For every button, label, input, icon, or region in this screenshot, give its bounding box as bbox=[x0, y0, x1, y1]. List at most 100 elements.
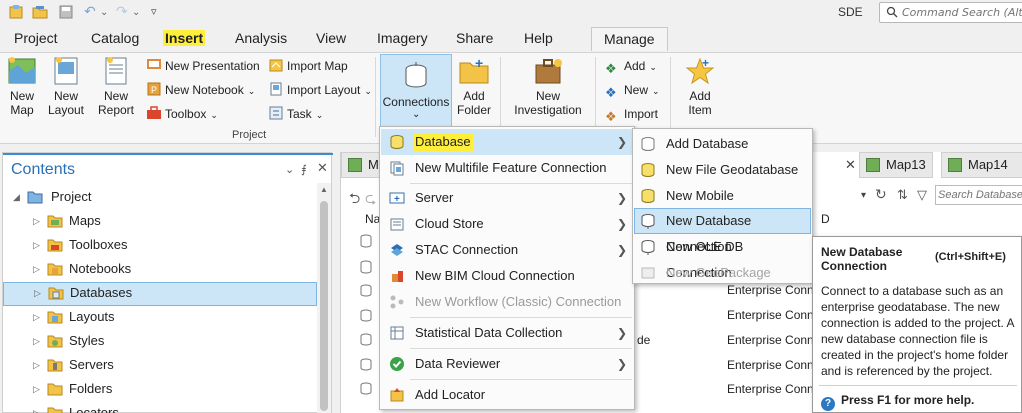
tab-project[interactable]: Project bbox=[14, 30, 58, 46]
investigation-icon bbox=[535, 59, 562, 84]
add-label: Add bbox=[624, 59, 646, 73]
tooltip-shortcut: (Ctrl+Shift+E) bbox=[935, 251, 1006, 263]
map-icon bbox=[948, 158, 962, 172]
tab-analysis[interactable]: Analysis bbox=[235, 30, 287, 46]
server-icon: + bbox=[389, 192, 405, 205]
submenu-item-mobile-gdb[interactable]: New Mobile Geodatabase bbox=[634, 183, 811, 229]
redo-dropdown-icon[interactable]: ⌄ bbox=[132, 7, 148, 23]
command-search-input[interactable] bbox=[902, 5, 1022, 20]
add-folder-button[interactable]: + Add Folder bbox=[456, 55, 492, 117]
tooltip-title: New Database Connection bbox=[821, 245, 903, 273]
new-item-icon: ❖ bbox=[605, 85, 617, 100]
undo-icon[interactable]: ↶ bbox=[84, 4, 100, 20]
open-project-icon[interactable] bbox=[32, 4, 48, 20]
new-notebook-button[interactable]: P New Notebook ⌄ bbox=[146, 81, 255, 101]
tree-item-servers[interactable]: ▷ Servers bbox=[3, 354, 317, 378]
caret-collapsed-icon[interactable]: ▷ bbox=[33, 258, 40, 280]
menu-item-bim[interactable]: New BIM Cloud Connection bbox=[381, 263, 633, 289]
new-button[interactable]: ❖ New ⌄ bbox=[605, 81, 660, 101]
menu-item-stac[interactable]: STAC Connection ❯ bbox=[381, 237, 633, 263]
task-button[interactable]: Task ⌄ bbox=[268, 105, 323, 125]
pane-options-icon[interactable]: ⌄ bbox=[285, 163, 294, 176]
caret-collapsed-icon[interactable]: ▷ bbox=[33, 402, 40, 413]
new-report-button[interactable]: New Report bbox=[92, 55, 140, 117]
new-layout-button[interactable]: New Layout bbox=[44, 55, 88, 117]
scroll-up-icon[interactable]: ▲ bbox=[320, 185, 328, 194]
back-icon[interactable]: ⮌ bbox=[349, 188, 360, 212]
search-databases-input[interactable] bbox=[938, 187, 1022, 203]
caret-collapsed-icon[interactable]: ▷ bbox=[33, 210, 40, 232]
close-icon[interactable]: ✕ bbox=[317, 160, 328, 176]
tab-insert[interactable]: Insert bbox=[163, 30, 206, 46]
tree-item-notebooks[interactable]: ▷ Notebooks bbox=[3, 258, 317, 282]
menu-item-data-reviewer[interactable]: Data Reviewer ❯ bbox=[381, 351, 633, 377]
new-map-button[interactable]: New Map bbox=[4, 55, 40, 117]
new-investigation-button[interactable]: New Investigation bbox=[508, 55, 588, 117]
caret-collapsed-icon[interactable]: ▷ bbox=[33, 378, 40, 400]
search-databases-field[interactable] bbox=[935, 185, 1022, 205]
tree-item-folders[interactable]: ▷ Folders bbox=[3, 378, 317, 402]
connections-button[interactable]: Connections ⌄ bbox=[380, 54, 452, 128]
map13-tab[interactable]: Map13 bbox=[859, 152, 933, 178]
menu-item-multifile[interactable]: New Multifile Feature Connection bbox=[381, 155, 633, 181]
caret-collapsed-icon[interactable]: ▷ bbox=[33, 330, 40, 352]
tree-item-project[interactable]: ◢ Project bbox=[3, 186, 317, 210]
submenu-item-ole-db[interactable]: New OLE DB Connection bbox=[634, 234, 811, 280]
tree-item-label: Project bbox=[51, 189, 92, 204]
new-project-icon[interactable] bbox=[8, 4, 24, 20]
import-label: Import bbox=[624, 107, 659, 121]
menu-item-server[interactable]: + Server ❯ bbox=[381, 185, 633, 211]
import-map-button[interactable]: Import Map bbox=[268, 57, 348, 77]
tree-item-locators[interactable]: ▷ Locators bbox=[3, 402, 317, 413]
tab-help[interactable]: Help bbox=[524, 30, 553, 46]
caret-collapsed-icon[interactable]: ▷ bbox=[33, 234, 40, 256]
customize-qat-icon[interactable]: ▿ bbox=[151, 5, 167, 21]
close-tab-icon[interactable]: ✕ bbox=[845, 157, 856, 173]
tree-item-styles[interactable]: ▷ Styles bbox=[3, 330, 317, 354]
tab-catalog[interactable]: Catalog bbox=[91, 30, 139, 46]
command-search[interactable] bbox=[879, 2, 1022, 23]
menu-item-label: Database bbox=[413, 133, 473, 151]
redo-icon[interactable]: ↷ bbox=[116, 4, 132, 20]
submenu-item-add-database[interactable]: Add Database bbox=[634, 131, 811, 157]
forward-icon[interactable]: ⮎ bbox=[365, 188, 376, 212]
tab-share[interactable]: Share bbox=[456, 30, 493, 46]
tab-view[interactable]: View bbox=[316, 30, 346, 46]
toolbox-button[interactable]: Toolbox ⌄ bbox=[146, 105, 218, 125]
menu-item-cloud-store[interactable]: Cloud Store ❯ bbox=[381, 211, 633, 237]
save-project-icon[interactable] bbox=[58, 4, 74, 20]
add-button[interactable]: ❖ Add ⌄ bbox=[605, 57, 657, 77]
filter-icon[interactable]: ▽ bbox=[917, 187, 927, 203]
submenu-item-db-connection[interactable]: New Database Connection bbox=[634, 208, 811, 254]
tree-item-layouts[interactable]: ▷ Layouts bbox=[3, 306, 317, 330]
scrollbar-thumb[interactable] bbox=[320, 201, 328, 411]
submenu-item-file-gdb[interactable]: New File Geodatabase bbox=[634, 157, 811, 183]
tab-imagery[interactable]: Imagery bbox=[377, 30, 428, 46]
import-layout-button[interactable]: Import Layout ⌄ bbox=[268, 81, 372, 101]
menu-item-database[interactable]: Database ❯ bbox=[381, 129, 633, 155]
dropdown-icon[interactable]: ▾ bbox=[861, 190, 866, 201]
tree-item-maps[interactable]: ▷ Maps bbox=[3, 210, 317, 234]
new-presentation-button[interactable]: New Presentation bbox=[146, 57, 260, 77]
caret-collapsed-icon[interactable]: ▷ bbox=[34, 282, 41, 304]
contents-scrollbar[interactable]: ▲ bbox=[317, 183, 331, 413]
caret-expanded-icon[interactable]: ◢ bbox=[13, 186, 20, 208]
tree-item-toolboxes[interactable]: ▷ Toolboxes bbox=[3, 234, 317, 258]
map14-tab[interactable]: Map14 bbox=[941, 152, 1022, 178]
tab-manage[interactable]: Manage bbox=[591, 27, 668, 51]
undo-dropdown-icon[interactable]: ⌄ bbox=[100, 7, 116, 23]
refresh-icon[interactable]: ↻ bbox=[875, 186, 887, 203]
cloud-store-icon bbox=[390, 218, 404, 231]
caret-collapsed-icon[interactable]: ▷ bbox=[33, 354, 40, 376]
type-column-header[interactable]: D bbox=[821, 212, 830, 226]
map-tab[interactable]: Ma bbox=[341, 152, 386, 178]
tree-item-databases[interactable]: ▷ Databases bbox=[3, 282, 317, 306]
menu-item-add-locator[interactable]: Add Locator bbox=[381, 382, 633, 408]
menu-item-statistical[interactable]: Statistical Data Collection ❯ bbox=[381, 320, 633, 346]
import-button[interactable]: ❖ Import bbox=[605, 105, 658, 125]
menu-separator bbox=[410, 348, 632, 349]
pin-icon[interactable]: ⨎ bbox=[301, 163, 307, 176]
caret-collapsed-icon[interactable]: ▷ bbox=[33, 306, 40, 328]
add-item-button[interactable]: + Add Item bbox=[680, 55, 720, 117]
sort-icon[interactable]: ⇅ bbox=[897, 187, 908, 203]
